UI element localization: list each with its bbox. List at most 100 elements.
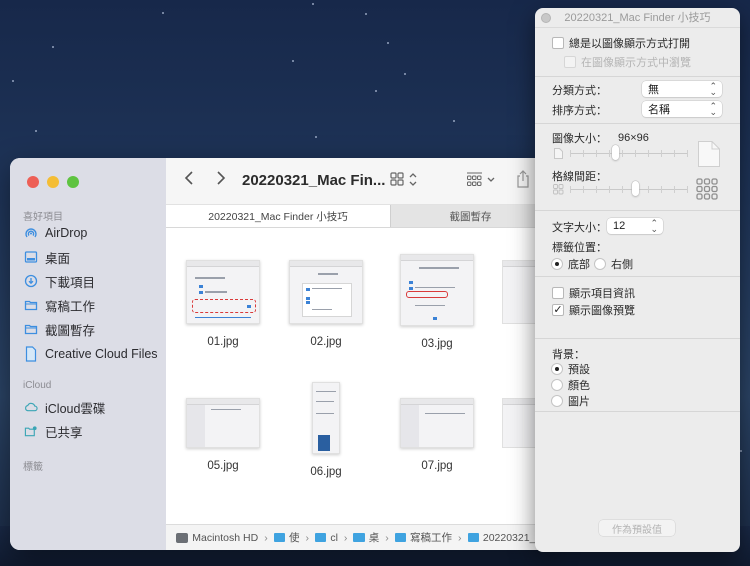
radio-label: 右側 (611, 259, 633, 271)
path-bar: Macintosh HD › 使 › cl › 桌 › 寫稿工作 › 20220… (166, 524, 550, 550)
sidebar-item-writing[interactable]: 寫稿工作 (24, 296, 95, 314)
minimize-window-button[interactable] (47, 176, 59, 188)
zoom-window-button[interactable] (67, 176, 79, 188)
folder-icon (353, 533, 365, 542)
group-by-select[interactable]: 無 ⌃ ⌄ (642, 81, 722, 97)
select-value: 12 (613, 220, 626, 232)
file-item[interactable]: 06.jpg (276, 382, 376, 478)
file-thumbnail (289, 260, 363, 324)
slider-tick (648, 150, 649, 157)
star (740, 450, 742, 452)
background-picture-radio[interactable]: 圖片 (551, 393, 590, 409)
file-item[interactable]: 01.jpg (173, 260, 273, 348)
label-position-bottom-radio[interactable]: 底部 (551, 256, 590, 272)
star (404, 73, 406, 75)
forward-button[interactable] (216, 170, 226, 190)
sidebar-item-downloads[interactable]: 下載項目 (24, 272, 95, 290)
icon-size-row: 圖像大小： 96×96 (552, 130, 649, 146)
always-open-icon-view-checkbox[interactable]: 總是以圖像顯示方式打開 (552, 35, 690, 51)
close-panel-button[interactable] (541, 13, 551, 23)
share-button[interactable] (516, 169, 530, 194)
sidebar-item-shared[interactable]: 已共享 (24, 422, 83, 440)
file-name: 01.jpg (207, 336, 239, 348)
radio-button[interactable] (551, 258, 563, 270)
show-icon-preview-checkbox[interactable]: ✓ 顯示圖像預覽 (552, 302, 635, 318)
tab-screenshots[interactable]: 截圖暫存 (390, 205, 550, 227)
slider-knob[interactable] (632, 181, 640, 196)
path-item[interactable]: Macintosh HD (192, 532, 258, 544)
back-button[interactable] (184, 170, 194, 190)
slider-track[interactable] (570, 153, 688, 154)
panel-title-bar: 20220321_Mac Finder 小技巧 (535, 8, 740, 28)
checkbox-label: 顯示項目資訊 (569, 288, 635, 300)
select-value: 名稱 (648, 104, 670, 116)
text-size-select[interactable]: 12 ⌃ ⌄ (607, 218, 663, 234)
document-icon (24, 346, 38, 362)
background-default-radio[interactable]: 預設 (551, 361, 590, 377)
cloud-icon (24, 400, 38, 414)
file-item[interactable]: 03.jpg (387, 254, 487, 350)
slider-tick (570, 150, 571, 157)
file-item[interactable]: 05.jpg (173, 398, 273, 472)
use-as-defaults-button[interactable]: 作為預設值 (599, 520, 675, 536)
slider-knob[interactable] (612, 145, 620, 160)
hard-drive-icon (176, 532, 189, 543)
view-mode-button[interactable] (390, 171, 422, 194)
sidebar-item-screenshots[interactable]: 截圖暫存 (24, 320, 95, 338)
radio-button[interactable] (551, 379, 563, 391)
checkbox[interactable] (552, 37, 564, 49)
sidebar-item-icloud-drive[interactable]: iCloud雲碟 (24, 398, 105, 416)
background-color-radio[interactable]: 顏色 (551, 377, 590, 393)
sidebar-item-airdrop[interactable]: AirDrop (24, 224, 87, 242)
sidebar-item-desktop[interactable]: 桌面 (24, 248, 70, 266)
radio-button[interactable] (551, 363, 563, 375)
label-position-right-radio[interactable]: 右側 (594, 256, 633, 272)
grid-spacing-slider[interactable] (570, 181, 688, 196)
sort-by-select[interactable]: 名稱 ⌃ ⌄ (642, 101, 722, 117)
divider (535, 338, 740, 339)
slider-tick (661, 186, 662, 193)
checkbox[interactable]: ✓ (552, 304, 564, 316)
file-item[interactable]: 07.jpg (387, 398, 487, 472)
large-document-icon (698, 141, 720, 170)
close-window-button[interactable] (27, 176, 39, 188)
star (52, 46, 54, 48)
star (375, 90, 377, 92)
radio-button[interactable] (594, 258, 606, 270)
file-item[interactable]: 02.jpg (276, 260, 376, 348)
slider-track[interactable] (570, 189, 688, 190)
radio-label: 底部 (568, 259, 590, 271)
group-by-button[interactable] (466, 171, 498, 194)
file-name: 03.jpg (421, 338, 453, 350)
sidebar-item-creative-cloud[interactable]: Creative Cloud Files (24, 345, 158, 363)
browse-icon-view-checkbox: 在圖像顯示方式中瀏覽 (564, 54, 691, 70)
folder-icon (467, 533, 479, 542)
file-thumbnail (186, 398, 260, 448)
file-name: 06.jpg (310, 466, 342, 478)
checkbox (564, 56, 576, 68)
download-icon (24, 274, 38, 288)
chevron-right-icon: › (264, 531, 268, 544)
slider-tick (609, 150, 610, 157)
slider-tick (674, 150, 675, 157)
checkbox[interactable] (552, 287, 564, 299)
divider (535, 123, 740, 124)
path-item[interactable]: cl (330, 532, 338, 544)
tab-mac-finder-tips[interactable]: 20220321_Mac Finder 小技巧 (166, 205, 390, 227)
path-item[interactable]: 使 (289, 530, 300, 545)
star (387, 42, 389, 44)
sidebar-section-icloud: iCloud (23, 380, 52, 391)
path-item[interactable]: 寫稿工作 (410, 530, 452, 545)
up-down-arrows-icon: ⌃ ⌄ (709, 101, 717, 117)
path-item[interactable]: 桌 (369, 530, 380, 545)
icon-size-slider[interactable] (570, 145, 688, 160)
chevron-right-icon: › (385, 531, 389, 544)
chevron-right-icon: › (305, 531, 310, 544)
star (365, 13, 367, 15)
label: 分類方式： (552, 85, 607, 97)
radio-button[interactable] (551, 395, 563, 407)
slider-tick (570, 186, 571, 193)
show-item-info-checkbox[interactable]: 顯示項目資訊 (552, 285, 635, 301)
folder-icon (315, 533, 327, 542)
file-thumbnail (400, 398, 474, 448)
